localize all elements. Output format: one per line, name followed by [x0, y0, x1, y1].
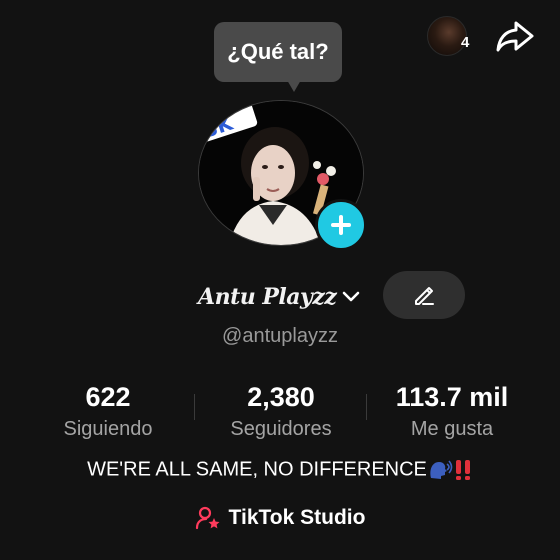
- stat-divider: [366, 394, 367, 420]
- viewer-count: 4: [461, 34, 470, 51]
- stat-likes[interactable]: 113.7 mil Me gusta: [382, 380, 522, 442]
- followers-label: Seguidores: [230, 418, 332, 440]
- likes-label: Me gusta: [410, 418, 494, 440]
- stat-followers[interactable]: 2,380 Seguidores: [208, 380, 354, 442]
- plus-icon: [331, 215, 351, 235]
- tiktok-studio-link[interactable]: TikTok Studio: [0, 505, 560, 531]
- following-count: 622: [85, 382, 131, 412]
- chevron-down-icon[interactable]: [340, 286, 362, 308]
- user-star-icon: [195, 506, 220, 530]
- display-name-row[interactable]: Antu Playzz: [198, 280, 362, 314]
- following-label: Siguiendo: [63, 418, 153, 440]
- stat-divider: [194, 394, 195, 420]
- edit-profile-button[interactable]: [383, 271, 465, 319]
- stat-following[interactable]: 622 Siguiendo: [40, 380, 176, 442]
- add-story-button[interactable]: [315, 199, 367, 251]
- display-name: Antu Playzz: [198, 284, 337, 310]
- bubble-text: ¿Qué tal?: [227, 39, 329, 64]
- followers-count: 2,380: [247, 382, 315, 412]
- likes-count: 113.7 mil: [395, 382, 509, 412]
- double-exclamation-icon: [455, 460, 470, 480]
- username: @antuplayzz: [222, 325, 338, 347]
- pencil-icon: [415, 287, 434, 305]
- share-icon[interactable]: [495, 19, 535, 53]
- tiktok-studio-label: TikTok Studio: [228, 506, 366, 529]
- bio-text: WE'RE ALL SAME, NO DIFFERENCE: [87, 458, 427, 481]
- bubble-tail: [287, 80, 301, 92]
- profile-viewers[interactable]: 4: [427, 16, 469, 56]
- status-bubble[interactable]: ¿Qué tal?: [214, 22, 342, 82]
- bio: WE'RE ALL SAME, NO DIFFERENCE: [0, 458, 560, 482]
- speaking-head-icon: [430, 460, 453, 479]
